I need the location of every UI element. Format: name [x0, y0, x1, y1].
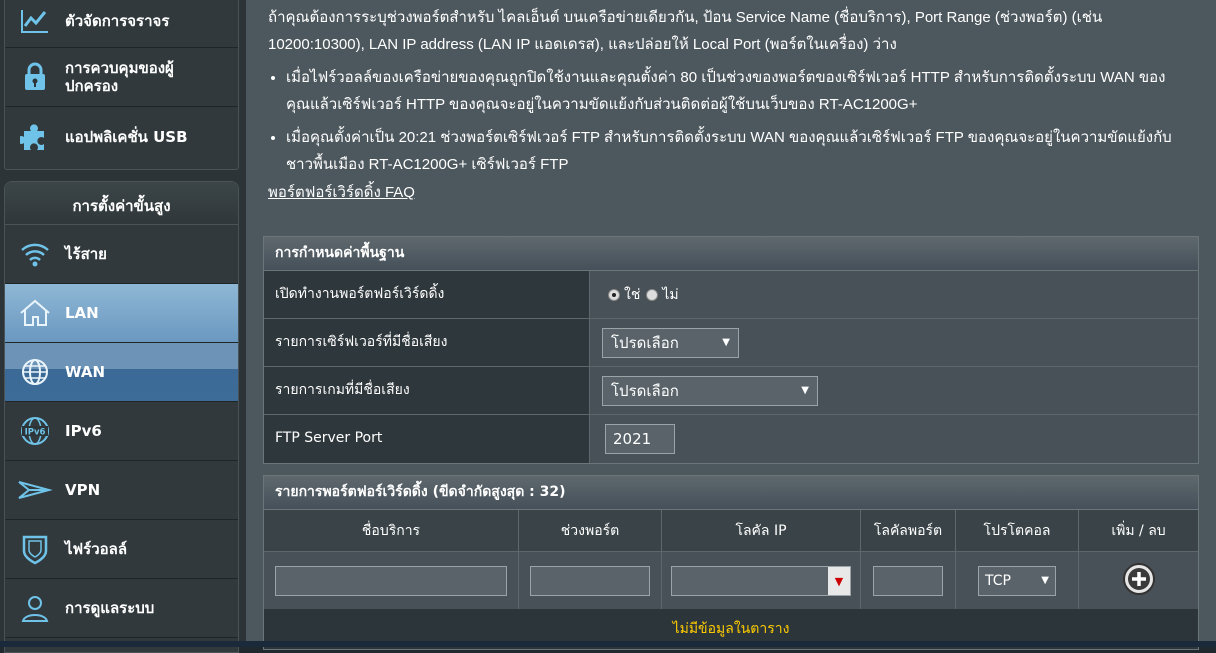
sidebar: ตัวจัดการจราจร การควบคุมของผู้ปกครอง แอป…	[0, 0, 246, 653]
home-icon	[5, 298, 65, 328]
famous-game-row: รายการเกมที่มีชื่อเสียง โปรดเลือก ▼	[264, 367, 1198, 415]
note-item: เมื่อไฟร์วอลล์ของเครือข่ายของคุณถูกปิดใช…	[286, 64, 1188, 118]
sidebar-item-label: ไฟร์วอลล์	[65, 540, 128, 558]
enable-port-forwarding-row: เปิดทำงานพอร์ตฟอร์เวิร์ดดิ้ง ใช่ ไม่	[264, 271, 1198, 319]
sidebar-item-label: LAN	[65, 304, 99, 322]
ipv6-icon: IPv6	[5, 415, 65, 447]
sidebar-item-administration[interactable]: การดูแลระบบ	[5, 579, 238, 638]
sidebar-item-wireless[interactable]: ไร้สาย	[5, 225, 238, 284]
famous-game-select[interactable]: โปรดเลือก ▼	[602, 375, 818, 406]
sidebar-item-label: การดูแลระบบ	[65, 599, 155, 617]
local-ip-input[interactable]: ▼	[671, 565, 851, 596]
basic-config-panel: การกำหนดค่าพื้นฐาน เปิดทำงานพอร์ตฟอร์เวิ…	[263, 236, 1199, 464]
sidebar-item-label: ตัวจัดการจราจร	[65, 12, 170, 30]
protocol-select[interactable]: TCP ▼	[978, 565, 1056, 596]
sidebar-item-label: ไร้สาย	[65, 245, 107, 263]
note-item: เมื่อคุณตั้งค่าเป็น 20:21 ช่วงพอร์ตเซิร์…	[286, 124, 1188, 178]
description-block: ถ้าคุณต้องการระบุช่วงพอร์ตสำหรับ ไคลเอ็น…	[268, 0, 1188, 204]
dropdown-arrow-icon[interactable]: ▼	[828, 566, 850, 595]
port-forward-list-title: รายการพอร์ตฟอร์เวิร์ดดิ้ง (ขีดจำกัดสูงสุ…	[264, 476, 1198, 510]
col-local-port: โลคัลพอร์ต	[860, 510, 956, 552]
advanced-settings-title: การตั้งค่าขั้นสูง	[5, 182, 238, 225]
globe-icon	[5, 357, 65, 387]
sidebar-item-label: แอปพลิเคชั่น USB	[65, 127, 188, 146]
user-icon	[5, 593, 65, 623]
table-header-row: ชื่อบริการ ช่วงพอร์ต โลคัล IP โลคัลพอร์ต…	[264, 510, 1198, 552]
radio-unselected-icon	[646, 288, 659, 301]
radio-selected-icon	[608, 288, 620, 301]
faq-link[interactable]: พอร์ตฟอร์เวิร์ดดิ้ง FAQ	[268, 180, 1188, 204]
famous-server-row: รายการเซิร์ฟเวอร์ที่มีชื่อเสียง โปรดเลือ…	[264, 319, 1198, 367]
protocol-value: TCP	[985, 572, 1011, 589]
ftp-port-row: FTP Server Port 2021	[264, 415, 1198, 463]
basic-config-title: การกำหนดค่าพื้นฐาน	[264, 237, 1198, 271]
notes-list: เมื่อไฟร์วอลล์ของเครือข่ายของคุณถูกปิดใช…	[268, 64, 1188, 178]
sidebar-item-parental-control[interactable]: การควบคุมของผู้ปกครอง	[5, 48, 238, 107]
sidebar-item-wan[interactable]: WAN	[5, 343, 238, 402]
port-forward-list-panel: รายการพอร์ตฟอร์เวิร์ดดิ้ง (ขีดจำกัดสูงสุ…	[263, 475, 1199, 650]
col-port-range: ช่วงพอร์ต	[518, 510, 662, 552]
puzzle-icon	[5, 122, 65, 152]
col-add-delete: เพิ่ม / ลบ	[1078, 510, 1198, 552]
sidebar-item-vpn[interactable]: VPN	[5, 461, 238, 520]
sidebar-item-label: IPv6	[65, 422, 102, 440]
ftp-port-input[interactable]: 2021	[605, 424, 675, 454]
port-forward-table: ชื่อบริการ ช่วงพอร์ต โลคัล IP โลคัลพอร์ต…	[264, 510, 1198, 609]
sidebar-item-usb-application[interactable]: แอปพลิเคชั่น USB	[5, 107, 238, 166]
col-local-ip: โลคัล IP	[661, 510, 861, 552]
sidebar-general-group: ตัวจัดการจราจร การควบคุมของผู้ปกครอง แอป…	[4, 0, 239, 170]
ftp-port-label: FTP Server Port	[264, 415, 590, 463]
intro-text: ถ้าคุณต้องการระบุช่วงพอร์ตสำหรับ ไคลเอ็น…	[268, 9, 1103, 53]
table-input-row: ▼ TCP ▼	[264, 551, 1198, 609]
sidebar-item-label: การควบคุมของผู้ปกครอง	[65, 59, 174, 95]
col-service-name: ชื่อบริการ	[264, 510, 519, 552]
no-label: ไม่	[662, 286, 679, 303]
wifi-icon	[5, 240, 65, 268]
famous-server-label: รายการเซิร์ฟเวอร์ที่มีชื่อเสียง	[264, 319, 590, 366]
taskbar	[0, 641, 1216, 647]
sidebar-item-label: WAN	[65, 363, 106, 381]
yes-label: ใช่	[624, 286, 641, 303]
enable-yes-radio[interactable]: ใช่	[608, 284, 640, 306]
parental-lock-icon	[5, 62, 65, 92]
local-port-input[interactable]	[873, 565, 943, 596]
vpn-icon	[5, 476, 65, 504]
svg-text:IPv6: IPv6	[25, 428, 46, 438]
traffic-chart-icon	[5, 8, 65, 34]
enable-no-radio[interactable]: ไม่	[646, 284, 679, 306]
enable-port-forwarding-label: เปิดทำงานพอร์ตฟอร์เวิร์ดดิ้ง	[264, 271, 590, 318]
col-protocol: โปรโตคอล	[955, 510, 1079, 552]
sidebar-item-lan[interactable]: LAN	[5, 284, 238, 343]
sidebar-item-firewall[interactable]: ไฟร์วอลล์	[5, 520, 238, 579]
famous-game-value: โปรดเลือก	[611, 381, 679, 400]
sidebar-advanced-group: การตั้งค่าขั้นสูง ไร้สาย LAN WAN IPv6 IP…	[4, 181, 239, 653]
famous-server-value: โปรดเลือก	[611, 333, 679, 352]
sidebar-item-label: VPN	[65, 481, 101, 499]
chevron-down-icon: ▼	[1041, 575, 1049, 586]
port-range-input[interactable]	[530, 565, 650, 596]
chevron-down-icon: ▼	[801, 385, 809, 396]
chevron-down-icon: ▼	[722, 337, 730, 348]
sidebar-item-traffic-manager[interactable]: ตัวจัดการจราจร	[5, 0, 238, 48]
shield-icon	[5, 533, 65, 565]
add-icon[interactable]	[1122, 562, 1156, 600]
sidebar-item-ipv6[interactable]: IPv6 IPv6	[5, 402, 238, 461]
famous-server-select[interactable]: โปรดเลือก ▼	[602, 327, 739, 358]
service-name-input[interactable]	[275, 565, 507, 596]
famous-game-label: รายการเกมที่มีชื่อเสียง	[264, 367, 590, 414]
